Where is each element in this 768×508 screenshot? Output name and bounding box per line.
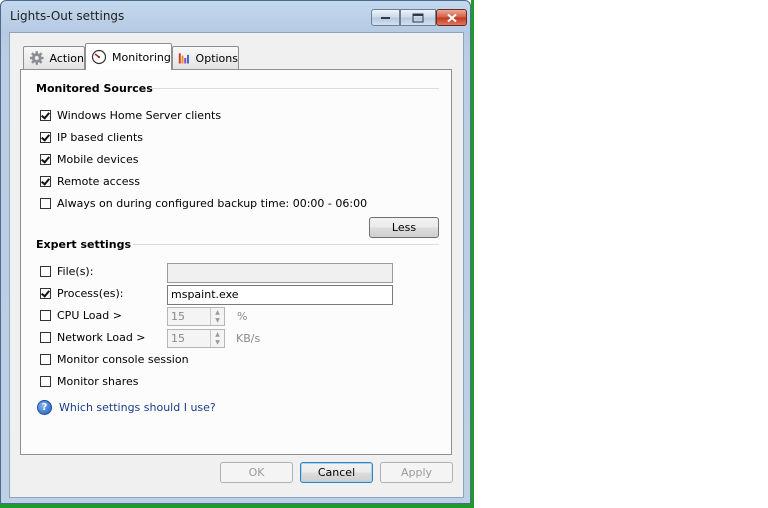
- maximize-button[interactable]: [400, 9, 436, 26]
- checkbox-box[interactable]: [40, 176, 51, 187]
- tab-options-label: Options: [195, 51, 238, 65]
- monitored-sources-heading: Monitored Sources: [36, 82, 153, 95]
- close-button[interactable]: [436, 9, 467, 26]
- checkbox-box[interactable]: [40, 110, 51, 121]
- tab-action-label: Action: [49, 51, 84, 65]
- checkbox-cpu-load[interactable]: CPU Load >: [40, 309, 122, 322]
- checkbox-box[interactable]: [40, 354, 51, 365]
- minimize-button[interactable]: [371, 9, 400, 26]
- gauge-icon: [91, 49, 107, 65]
- network-load-stepper[interactable]: 15 ▲ ▼: [167, 329, 225, 348]
- checkbox-label: Windows Home Server clients: [57, 109, 222, 122]
- checkbox-label: Always on during configured backup time:…: [57, 197, 368, 210]
- checkbox-label: IP based clients: [57, 131, 144, 144]
- expert-settings-heading: Expert settings: [36, 238, 132, 251]
- cpu-load-unit: %: [237, 310, 248, 323]
- minimize-icon: [380, 16, 390, 19]
- checkbox-box[interactable]: [40, 332, 51, 343]
- checkbox-remote-access[interactable]: Remote access: [40, 175, 140, 188]
- cancel-button[interactable]: Cancel: [300, 462, 373, 483]
- tab-monitoring[interactable]: Monitoring: [85, 43, 172, 70]
- cpu-load-value: 15: [171, 310, 185, 323]
- checkbox-box[interactable]: [40, 154, 51, 165]
- help-link-row[interactable]: ? Which settings should I use?: [37, 400, 216, 415]
- window-title: Lights-Out settings: [10, 9, 125, 23]
- checkbox-monitor-shares[interactable]: Monitor shares: [40, 375, 139, 388]
- checkbox-label: Monitor console session: [57, 353, 189, 366]
- checkbox-label: Network Load >: [57, 331, 146, 344]
- chevron-down-icon[interactable]: ▼: [211, 316, 224, 324]
- section-divider: [150, 88, 439, 89]
- checkbox-box[interactable]: [40, 266, 51, 277]
- network-load-value: 15: [171, 332, 185, 345]
- processes-input[interactable]: mspaint.exe: [167, 285, 393, 305]
- stepper-buttons: ▲ ▼: [210, 308, 224, 325]
- checkbox-console-session[interactable]: Monitor console session: [40, 353, 189, 366]
- gear-icon: [29, 51, 44, 65]
- checkbox-box[interactable]: [40, 288, 51, 299]
- tab-monitoring-label: Monitoring: [112, 50, 171, 64]
- ok-button[interactable]: OK: [220, 462, 293, 483]
- checkbox-box[interactable]: [40, 198, 51, 209]
- checkbox-label: File(s):: [57, 265, 94, 278]
- checkbox-files[interactable]: File(s):: [40, 265, 93, 278]
- checkbox-backup-time[interactable]: Always on during configured backup time:…: [40, 197, 367, 210]
- bar-chart-icon: [178, 53, 189, 64]
- maximize-icon: [412, 13, 424, 22]
- desktop-background: [471, 0, 474, 508]
- stepper-buttons: ▲ ▼: [210, 330, 224, 347]
- chevron-down-icon[interactable]: ▼: [211, 338, 224, 346]
- checkbox-label: CPU Load >: [57, 309, 122, 322]
- checkbox-box[interactable]: [40, 132, 51, 143]
- apply-button[interactable]: Apply: [380, 462, 453, 483]
- checkbox-network-load[interactable]: Network Load >: [40, 331, 146, 344]
- tab-options[interactable]: Options: [172, 46, 239, 69]
- cpu-load-stepper[interactable]: 15 ▲ ▼: [167, 307, 225, 326]
- tab-action[interactable]: Action: [23, 46, 85, 69]
- checkbox-box[interactable]: [40, 310, 51, 321]
- network-load-unit: KB/s: [236, 332, 261, 345]
- files-input[interactable]: [167, 263, 393, 283]
- checkbox-box[interactable]: [40, 376, 51, 387]
- checkbox-label: Monitor shares: [57, 375, 139, 388]
- checkbox-label: Mobile devices: [57, 153, 139, 166]
- checkbox-label: Remote access: [57, 175, 141, 188]
- checkbox-ip-clients[interactable]: IP based clients: [40, 131, 143, 144]
- less-button[interactable]: Less: [369, 217, 439, 238]
- checkbox-mobile-devices[interactable]: Mobile devices: [40, 153, 138, 166]
- help-icon: ?: [37, 400, 52, 415]
- monitoring-tab-panel: [20, 69, 452, 455]
- checkbox-processes[interactable]: Process(es):: [40, 287, 124, 300]
- checkbox-whs-clients[interactable]: Windows Home Server clients: [40, 109, 221, 122]
- close-icon: [446, 13, 457, 22]
- checkbox-label: Process(es):: [57, 287, 124, 300]
- help-link[interactable]: Which settings should I use?: [59, 401, 216, 414]
- desktop-background: [0, 504, 474, 508]
- section-divider: [133, 244, 439, 245]
